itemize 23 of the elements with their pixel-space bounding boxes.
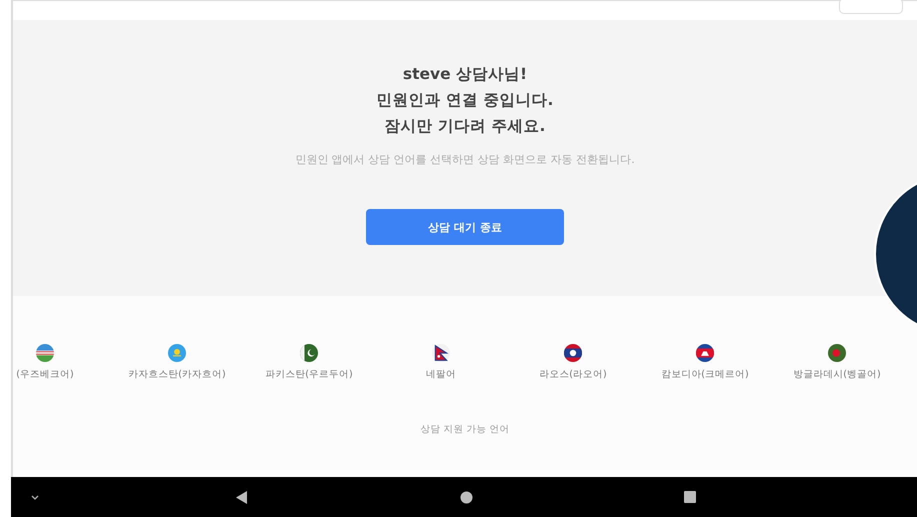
flag-icon xyxy=(696,344,714,362)
flag-icon xyxy=(432,344,450,362)
language-label: 카자흐스탄(카자흐어) xyxy=(128,368,226,381)
language-label: 방글라데시(벵골어) xyxy=(793,368,881,381)
greeting-line: 민원인과 연결 중입니다. xyxy=(376,90,554,111)
languages-caption: 상담 지원 가능 언어 xyxy=(419,423,511,436)
end-waiting-button[interactable]: 상담 대기 종료 xyxy=(366,209,564,245)
flag-icon xyxy=(828,344,846,362)
language-label: (우즈베크어) xyxy=(16,368,74,381)
flag-icon xyxy=(564,344,582,362)
language-label: 캄보디아(크메르어) xyxy=(661,368,749,381)
back-icon[interactable] xyxy=(235,491,248,504)
language-label: 네팔어 xyxy=(426,368,456,381)
home-icon[interactable] xyxy=(460,491,473,504)
chevron-down-icon[interactable] xyxy=(30,494,40,501)
greeting-line: 잠시만 기다려 주세요. xyxy=(384,116,546,137)
hint-text: 민원인 앱에서 상담 언어를 선택하면 상담 화면으로 자동 전환됩니다. xyxy=(295,152,635,167)
flag-icon xyxy=(168,344,186,362)
flag-icon xyxy=(36,344,54,362)
language-label: 라오스(라오어) xyxy=(539,368,607,381)
greeting-line: steve 상담사님! xyxy=(402,64,528,85)
language-label: 파키스탄(우르두어) xyxy=(265,368,353,381)
flag-icon xyxy=(300,344,318,362)
